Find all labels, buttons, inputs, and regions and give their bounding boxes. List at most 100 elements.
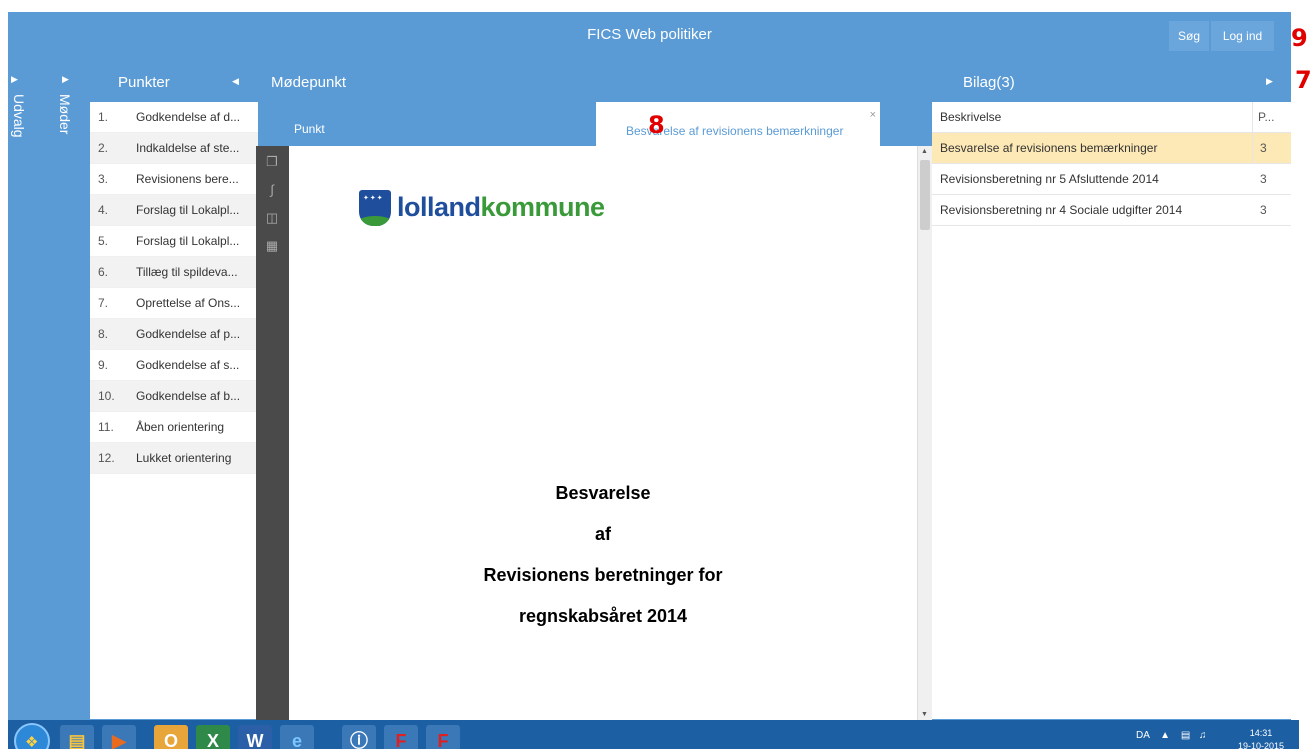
- expand-bilag-icon[interactable]: ▶: [1266, 76, 1273, 87]
- item-number: 1.: [98, 110, 109, 124]
- document-heading-line: Besvarelse: [555, 483, 651, 503]
- item-number: 7.: [98, 296, 109, 310]
- windows-taskbar: ❖ ▤ ▶ O X W e ⓘ F F DA ▲ ▤ ♫ 14:31 19-10…: [8, 720, 1299, 749]
- lolland-kommune-logo: ✦✦✦ lollandkommune: [359, 190, 605, 230]
- row-description: Revisionsberetning nr 5 Afsluttende 2014: [940, 172, 1159, 186]
- pages-icon[interactable]: ❐: [264, 154, 280, 170]
- screen: FICS Web politiker Søg Log ind ▶ Udvalg …: [0, 0, 1315, 749]
- item-label: Åben orientering: [136, 420, 225, 434]
- expand-udvalg-icon[interactable]: ▶: [11, 74, 18, 85]
- close-icon[interactable]: ×: [870, 109, 876, 121]
- tab-document[interactable]: Besvarelse af revisionens bemærkninger ×: [596, 102, 880, 146]
- language-indicator[interactable]: DA: [1136, 730, 1149, 741]
- annotation-9: 9: [1291, 24, 1308, 52]
- logo-text-part2: kommune: [480, 192, 606, 222]
- item-number: 8.: [98, 327, 109, 341]
- word-icon[interactable]: W: [238, 725, 272, 749]
- info-icon[interactable]: ⓘ: [342, 725, 376, 749]
- fics-app-icon[interactable]: F: [384, 725, 418, 749]
- table-row[interactable]: Revisionsberetning nr 5 Afsluttende 2014…: [932, 164, 1291, 195]
- moder-label: Møder: [57, 94, 73, 135]
- item-number: 12.: [98, 451, 115, 465]
- scrollbar-thumb[interactable]: [920, 160, 930, 230]
- row-page: 3: [1260, 141, 1267, 155]
- column-header-page[interactable]: P...: [1258, 102, 1274, 133]
- item-number: 3.: [98, 172, 109, 186]
- item-label: Indkaldelse af ste...: [136, 141, 240, 155]
- outlook-icon[interactable]: O: [154, 725, 188, 749]
- item-label: Godkendelse af b...: [136, 389, 241, 403]
- item-label: Tillæg til spildeva...: [136, 265, 238, 279]
- list-item[interactable]: 8. Godkendelse af p...: [90, 319, 258, 350]
- excel-icon[interactable]: X: [196, 725, 230, 749]
- list-item[interactable]: 3. Revisionens bere...: [90, 164, 258, 195]
- annotation-7: 7: [1295, 66, 1312, 94]
- row-description: Revisionsberetning nr 4 Sociale udgifter…: [940, 203, 1183, 217]
- clock-time: 14:31: [1249, 728, 1273, 738]
- tab-punkt[interactable]: Punkt: [294, 122, 325, 136]
- row-page: 3: [1260, 203, 1267, 217]
- list-item[interactable]: 9. Godkendelse af s...: [90, 350, 258, 381]
- row-page: 3: [1260, 172, 1267, 186]
- row-description: Besvarelse af revisionens bemærkninger: [940, 141, 1158, 155]
- list-item[interactable]: 12. Lukket orientering: [90, 443, 258, 474]
- coat-of-arms-icon: ✦✦✦: [359, 190, 391, 226]
- annotation-8: 8: [648, 111, 665, 139]
- clock-date: 19-10-2015: [1238, 741, 1285, 749]
- internet-explorer-icon[interactable]: e: [280, 725, 314, 749]
- punkter-title: Punkter: [118, 74, 170, 91]
- item-number: 11.: [98, 420, 114, 434]
- list-item[interactable]: 6. Tillæg til spildeva...: [90, 257, 258, 288]
- item-number: 9.: [98, 358, 109, 372]
- file-explorer-icon[interactable]: ▤: [60, 725, 94, 749]
- item-label: Godkendelse af d...: [136, 110, 241, 124]
- moder-rail[interactable]: ▶ Møder: [54, 12, 90, 749]
- scroll-down-icon[interactable]: ▼: [921, 711, 928, 718]
- list-item[interactable]: 7. Oprettelse af Ons...: [90, 288, 258, 319]
- table-row[interactable]: Revisionsberetning nr 4 Sociale udgifter…: [932, 195, 1291, 226]
- network-icon[interactable]: ▤: [1181, 730, 1190, 741]
- list-item[interactable]: 4. Forslag til Lokalpl...: [90, 195, 258, 226]
- item-number: 5.: [98, 234, 109, 248]
- item-label: Forslag til Lokalpl...: [136, 234, 240, 248]
- list-item[interactable]: 5. Forslag til Lokalpl...: [90, 226, 258, 257]
- list-item[interactable]: 11. Åben orientering: [90, 412, 258, 443]
- item-number: 10.: [98, 389, 115, 403]
- title-bar: FICS Web politiker Søg Log ind: [8, 12, 1291, 58]
- document-viewer[interactable]: ✦✦✦ lollandkommune Besvarelse af Revisio…: [289, 146, 917, 720]
- document-heading-line: Revisionens beretninger for: [483, 565, 723, 585]
- item-label: Oprettelse af Ons...: [136, 296, 241, 310]
- document-heading-line: af: [594, 524, 611, 544]
- list-item[interactable]: 1. Godkendelse af d...: [90, 102, 258, 133]
- search-button[interactable]: Søg: [1169, 21, 1209, 51]
- attachment-icon[interactable]: ∫: [264, 182, 280, 198]
- logo-text-part1: lolland: [397, 192, 481, 222]
- column-header-description[interactable]: Beskrivelse: [940, 102, 1001, 133]
- tab-strip: Punkt Besvarelse af revisionens bemærkni…: [260, 102, 925, 146]
- login-button[interactable]: Log ind: [1211, 21, 1274, 51]
- expand-moder-icon[interactable]: ▶: [62, 74, 69, 85]
- modepunkt-title: Mødepunkt: [271, 74, 347, 91]
- clock[interactable]: 14:31 19-10-2015: [1238, 727, 1284, 749]
- list-item[interactable]: 10. Godkendelse af b...: [90, 381, 258, 412]
- item-number: 6.: [98, 265, 109, 279]
- system-tray[interactable]: DA ▲ ▤ ♫: [1136, 730, 1207, 741]
- table-row[interactable]: Besvarelse af revisionens bemærkninger 3: [932, 133, 1291, 164]
- scroll-up-icon[interactable]: ▲: [921, 148, 928, 155]
- item-label: Godkendelse af p...: [136, 327, 241, 341]
- binoculars-icon[interactable]: ◫: [264, 210, 280, 226]
- volume-icon[interactable]: ♫: [1199, 730, 1207, 741]
- item-number: 2.: [98, 141, 109, 155]
- punkter-list: 1. Godkendelse af d... 2. Indkaldelse af s…: [90, 102, 258, 719]
- document-scrollbar[interactable]: ▲ ▼: [917, 146, 932, 720]
- collapse-punkter-icon[interactable]: ◀: [232, 76, 239, 87]
- udvalg-rail[interactable]: ▶ Udvalg: [8, 12, 44, 749]
- layers-icon[interactable]: ▦: [264, 238, 280, 254]
- list-item[interactable]: 2. Indkaldelse af ste...: [90, 133, 258, 164]
- tray-arrow-icon[interactable]: ▲: [1160, 730, 1170, 741]
- item-label: Revisionens bere...: [136, 172, 239, 186]
- start-button[interactable]: ❖: [14, 723, 50, 749]
- fics-app-icon[interactable]: F: [426, 725, 460, 749]
- udvalg-label: Udvalg: [11, 94, 27, 138]
- media-player-icon[interactable]: ▶: [102, 725, 136, 749]
